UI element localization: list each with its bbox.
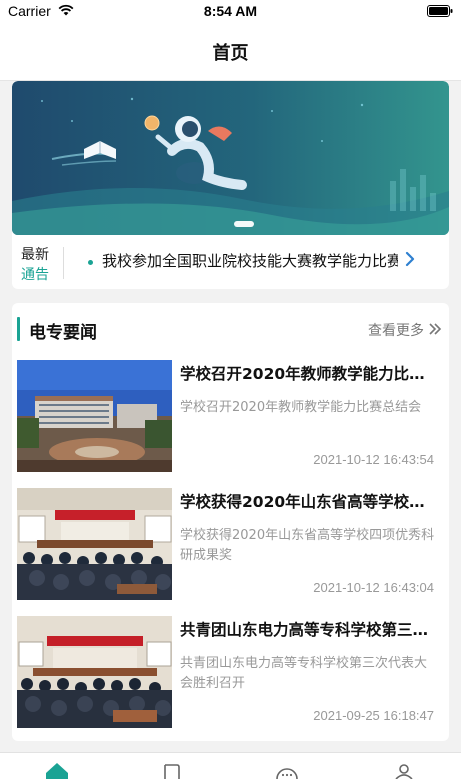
news-summary: 共青团山东电力高等专科学校第三次代表大会胜利召开 <box>180 656 428 691</box>
news-item[interactable]: 学校召开2020年教师教学能力比赛总结会 学校召开2020年教师教学能力比赛总结… <box>12 360 449 476</box>
news-thumbnail <box>17 488 172 600</box>
status-bar: Carrier 8:54 AM <box>0 0 461 24</box>
news-title: 共青团山东电力高等专科学校第三次代表大会胜利召开 <box>180 621 440 639</box>
banner-card: 最新 通告 我校参加全国职业院校技能大赛教学能力比赛 <box>12 81 449 289</box>
notice-tag-latest: 最新 <box>21 247 49 263</box>
notice-headline[interactable]: 我校参加全国职业院校技能大赛教学能力比赛 <box>102 250 398 271</box>
banner-image <box>12 81 449 235</box>
section-accent-bar <box>17 317 20 341</box>
profile-icon[interactable] <box>392 761 416 779</box>
notice-divider <box>63 247 64 279</box>
chat-icon[interactable] <box>275 761 299 779</box>
bullet-dot-icon <box>88 260 93 265</box>
book-icon[interactable] <box>160 761 184 779</box>
view-more-link[interactable]: 查看更多 <box>368 320 424 340</box>
page-title: 首页 <box>212 43 249 64</box>
news-date: 2021-10-12 16:43:54 <box>313 452 434 467</box>
news-thumbnail <box>17 360 172 472</box>
news-section: 电专要闻 查看更多 学校召开2020年教师教学能力比赛总结会 学校召开2020年 <box>12 303 449 741</box>
news-date: 2021-10-12 16:43:04 <box>313 580 434 595</box>
tab-bar <box>0 752 461 779</box>
news-item[interactable]: 学校获得2020年山东省高等学校四项优秀科研成果奖 学校获得2020年山东省高等… <box>12 488 449 604</box>
clock: 8:54 AM <box>203 3 258 19</box>
banner-carousel[interactable] <box>12 81 449 235</box>
battery-icon <box>427 5 453 17</box>
section-title: 电专要闻 <box>29 323 97 343</box>
chevron-right-icon[interactable] <box>402 249 418 269</box>
home-icon[interactable] <box>45 761 69 779</box>
notice-bar[interactable]: 最新 通告 我校参加全国职业院校技能大赛教学能力比赛 <box>12 235 449 289</box>
news-date: 2021-09-25 16:18:47 <box>313 708 434 723</box>
news-thumbnail <box>17 616 172 728</box>
navigation-bar: 首页 <box>0 24 461 81</box>
news-title: 学校召开2020年教师教学能力比赛总结会 <box>180 365 440 383</box>
news-summary: 学校召开2020年教师教学能力比赛总结会 <box>180 400 422 415</box>
news-item[interactable]: 共青团山东电力高等专科学校第三次代表大会胜利召开 共青团山东电力高等专科学校第三… <box>12 616 449 732</box>
news-title: 学校获得2020年山东省高等学校四项优秀科研成果奖 <box>180 493 440 511</box>
news-summary: 学校获得2020年山东省高等学校四项优秀科研成果奖 <box>180 528 435 563</box>
notice-tag-announcement: 通告 <box>21 267 49 283</box>
double-chevron-right-icon[interactable] <box>428 323 442 335</box>
